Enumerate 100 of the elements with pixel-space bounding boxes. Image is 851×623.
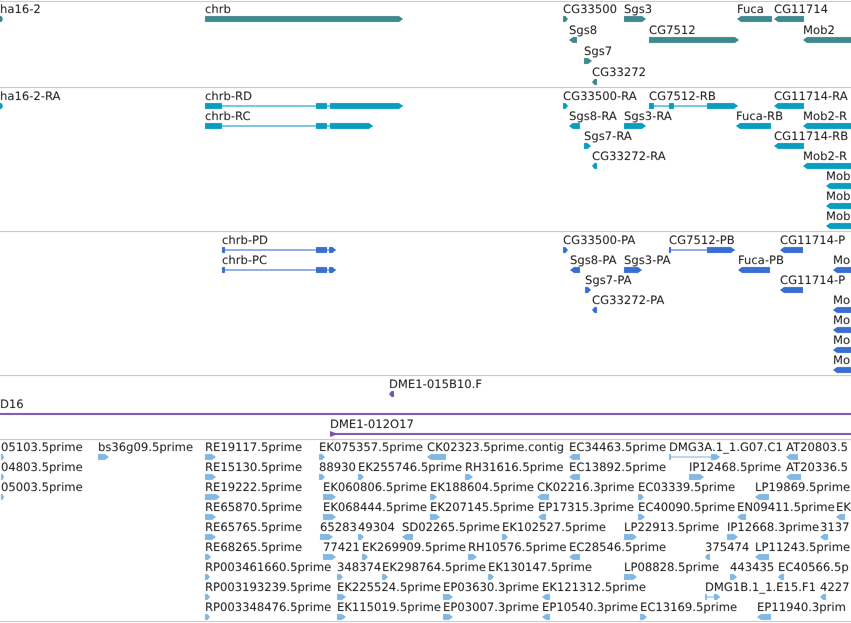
feature-label: CK02216.3prime [537, 480, 634, 494]
feature-label: 65283 [320, 520, 357, 534]
feature-label: CG11714-P [780, 233, 846, 247]
feature-label: DME1-015B10.F [389, 377, 482, 391]
feature-label: EP17315.3prime [538, 500, 634, 514]
feature-label: Mo [833, 293, 850, 307]
feature-label: RH31616.5prime [465, 460, 564, 474]
feature-label: Sgs7-RA [584, 129, 632, 143]
feature-label: Mo [833, 353, 850, 367]
feature-label: Sgs3 [624, 2, 652, 16]
feature-label: EK298764.5prime [382, 560, 486, 574]
feature-label: DMG3A.1_1.G07.C1 [669, 440, 783, 454]
feature-label: Mob2 [803, 23, 835, 37]
feature-label: CG33500 [563, 2, 617, 16]
feature-label: Fuca [737, 2, 764, 16]
feature-label: RE65870.5prime [205, 500, 302, 514]
feature-label: EP11940.3prim [757, 600, 846, 614]
feature-label: EK060806.5prime [323, 480, 428, 494]
feature-label: RE65765.5prime [205, 520, 302, 534]
feature-label: chrb [205, 2, 231, 16]
feature-label: ha16-2-RA [0, 89, 60, 103]
feature-label: Fuca-PB [738, 253, 784, 267]
feature-label: CG33272-PA [592, 293, 664, 307]
feature-label: 443435 [730, 560, 774, 574]
feature-label: Sgs8-RA [569, 109, 617, 123]
feature-label: Mob [826, 209, 850, 223]
feature-label: CG11714-P [780, 273, 846, 287]
feature-label: RP003193239.5prime [205, 580, 332, 594]
feature-label: EK115019.5prime [337, 600, 442, 614]
feature-label: EK188604.5prime [430, 480, 534, 494]
feature-label: Sgs3-RA [624, 109, 672, 123]
feature-label: EC03339.5prime [638, 480, 736, 494]
feature-label: chrb-PC [222, 253, 268, 267]
feature-label: 04803.5prime [1, 460, 83, 474]
feature-label: AT20336.5 [786, 460, 848, 474]
feature-label: CG7512 [649, 23, 696, 37]
feature-label: RH10576.5prime [468, 540, 566, 554]
feature-label: EK [836, 500, 851, 514]
feature-label: EK068444.5prime [323, 500, 428, 514]
feature-label: 4227 [820, 580, 850, 594]
feature-label: Mob2-R [803, 149, 848, 163]
feature-label: CG11714-RA [774, 89, 848, 103]
feature-label: Sgs3-PA [624, 253, 670, 267]
feature-label: LP08828.5prime [624, 560, 720, 574]
feature-label: 375474 [705, 540, 750, 554]
feature-label: ha16-2 [0, 2, 41, 16]
feature-label: 348374 [337, 560, 382, 574]
feature-label: chrb-RC [205, 109, 251, 123]
feature-label: bs36g09.5prime [98, 440, 194, 454]
feature-label: chrb-RD [205, 89, 252, 103]
feature-label: Sgs7-PA [585, 273, 632, 287]
feature-label: EC40090.5prime [638, 500, 736, 514]
feature-label: CG11714-RB [774, 129, 848, 143]
feature-label: Sgs8-PA [570, 253, 616, 267]
feature-label: EC13892.5prime [569, 460, 666, 474]
feature-label: RE15130.5prime [205, 460, 302, 474]
feature-label: LP22913.5prime [624, 520, 720, 534]
feature-label: RE68265.5prime [205, 540, 302, 554]
feature-label: Mo [833, 253, 850, 267]
feature-label: AT20803.5 [786, 440, 848, 454]
feature-label: Sgs7 [584, 44, 612, 58]
feature-label: CG7512-RB [649, 89, 716, 103]
feature-label: LP11243.5prime [755, 540, 850, 554]
feature-label: EK121312.5prime [542, 580, 646, 594]
feature-label: RE19117.5prime [205, 440, 302, 454]
feature-label: DME1-012O17 [330, 417, 414, 431]
feature-label: 05103.5prime [1, 440, 83, 454]
feature-label: EC34463.5prime [569, 440, 666, 454]
feature-label: RP003461660.5prime [205, 560, 332, 574]
feature-label: EK225524.5prime [337, 580, 442, 594]
feature-label: Mo [833, 333, 850, 347]
feature-label: EC28546.5prime [569, 540, 666, 554]
feature-label: SD02265.5prime [402, 520, 500, 534]
feature-label: Fuca-RB [736, 109, 784, 123]
feature-label: RE19222.5prime [205, 480, 302, 494]
feature-label: EK130147.5prime [488, 560, 592, 574]
feature-label: EN09411.5prime [737, 500, 835, 514]
feature-label: EK269909.5prime [362, 540, 466, 554]
feature-label: DMG1B.1_1.E15.F1 [705, 580, 816, 594]
feature-label: Mob [826, 189, 850, 203]
feature-label: chrb-PD [222, 233, 268, 247]
feature-label: CG33272-RA [592, 149, 666, 163]
feature-label: Mob2-R [803, 109, 848, 123]
feature-label: EK207145.5prime [430, 500, 534, 514]
feature-label: EC40566.5p [778, 560, 849, 574]
feature-label: CK02323.5prime.contig [427, 440, 564, 454]
feature-label: CG33500-PA [563, 233, 636, 247]
feature-label: EK102527.5prime [502, 520, 606, 534]
feature-label: Mo [833, 313, 850, 327]
feature-label: CG33500-RA [563, 89, 637, 103]
feature-label: 05003.5prime [1, 480, 83, 494]
feature-label: EK255746.5prime [358, 460, 462, 474]
feature-label: CG7512-PB [669, 233, 735, 247]
feature-label: IP12668.3prime [727, 520, 820, 534]
feature-label: EC13169.5prime [640, 600, 738, 614]
feature-label: 3137 [820, 520, 850, 534]
feature-label: IP12468.5prime [689, 460, 782, 474]
feature-label: CG11714 [774, 2, 828, 16]
feature-label: Mob [826, 169, 850, 183]
feature-label: D16 [0, 397, 24, 411]
